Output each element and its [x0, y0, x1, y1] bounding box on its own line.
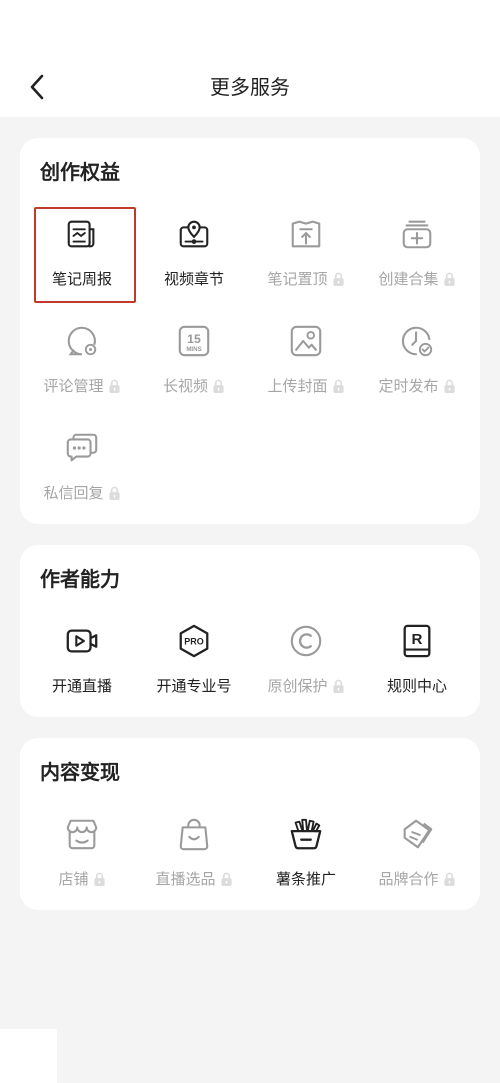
service-item-text: 原创保护	[267, 677, 328, 695]
service-item-text: 规则中心	[386, 677, 447, 695]
service-item-label: 原创保护	[250, 676, 362, 696]
item-grid: 开通直播 PRO 开通专业号 原创保护 R 规则中心	[20, 545, 480, 717]
copyright-icon	[287, 622, 325, 660]
lock-icon	[443, 872, 456, 887]
note-report-icon	[63, 215, 101, 253]
lock-icon	[108, 379, 121, 394]
svg-text:PRO: PRO	[184, 636, 204, 646]
scheduled-publish-icon	[398, 322, 436, 360]
message-reply-icon	[63, 429, 101, 467]
collection-add-icon	[398, 215, 436, 253]
service-item-live-camera[interactable]: 开通直播	[26, 612, 138, 712]
lock-icon	[332, 272, 345, 287]
service-item-text: 上传封面	[267, 377, 328, 395]
long-video-15mins-icon: 15 MINS	[175, 322, 213, 360]
item-grid: 笔记周报 视频章节 笔记置顶 创建合集评论管理 15 MINS 长视频 上传封面 定时发布私信回…	[20, 138, 480, 524]
service-item-label: 创建合集	[361, 269, 473, 289]
service-item-label: 开通专业号	[138, 676, 250, 696]
rules-book-icon: R	[398, 622, 436, 660]
service-item-long-video-15mins[interactable]: 15 MINS 长视频	[138, 312, 250, 412]
top-bar: 更多服务	[0, 0, 500, 117]
service-item-label: 定时发布	[361, 376, 473, 396]
service-item-text: 私信回复	[43, 484, 104, 502]
item-grid: 店铺 直播选品 薯条推广 品牌合作	[20, 738, 480, 910]
svg-text:R: R	[412, 631, 423, 648]
service-item-label: 薯条推广	[250, 869, 362, 889]
svg-text:MINS: MINS	[186, 346, 201, 353]
brand-cooperation-icon	[398, 815, 436, 853]
service-item-pin-top[interactable]: 笔记置顶	[250, 205, 362, 305]
fries-promo-icon	[287, 815, 325, 853]
service-item-label: 私信回复	[26, 483, 138, 503]
service-item-label: 直播选品	[138, 869, 250, 889]
service-item-note-report[interactable]: 笔记周报	[26, 205, 138, 305]
svg-text:15: 15	[187, 332, 201, 346]
chevron-left-icon	[30, 74, 44, 100]
video-chapter-icon	[175, 215, 213, 253]
service-item-label: 上传封面	[250, 376, 362, 396]
upload-cover-icon	[287, 322, 325, 360]
service-item-text: 长视频	[162, 377, 208, 395]
service-item-label: 评论管理	[26, 376, 138, 396]
service-item-pro-badge[interactable]: PRO 开通专业号	[138, 612, 250, 712]
service-item-message-reply[interactable]: 私信回复	[26, 419, 138, 519]
service-item-text: 品牌合作	[378, 870, 439, 888]
service-item-copyright[interactable]: 原创保护	[250, 612, 362, 712]
service-item-brand-cooperation[interactable]: 品牌合作	[361, 805, 473, 905]
service-item-label: 笔记置顶	[250, 269, 362, 289]
service-item-video-chapter[interactable]: 视频章节	[138, 205, 250, 305]
service-item-label: 长视频	[138, 376, 250, 396]
service-item-upload-cover[interactable]: 上传封面	[250, 312, 362, 412]
live-camera-icon	[63, 622, 101, 660]
service-item-text: 直播选品	[155, 870, 216, 888]
service-item-text: 店铺	[58, 870, 89, 888]
service-item-label: 店铺	[26, 869, 138, 889]
lock-icon	[443, 272, 456, 287]
service-item-text: 薯条推广	[275, 870, 336, 888]
shopping-bag-icon	[175, 815, 213, 853]
service-item-text: 笔记周报	[51, 270, 112, 288]
bottom-corner-panel	[0, 1029, 57, 1083]
service-item-text: 视频章节	[163, 270, 224, 288]
lock-icon	[212, 379, 225, 394]
service-item-rules-book[interactable]: R 规则中心	[361, 612, 473, 712]
service-item-collection-add[interactable]: 创建合集	[361, 205, 473, 305]
lock-icon	[332, 379, 345, 394]
service-item-text: 笔记置顶	[267, 270, 328, 288]
page-title: 更多服务	[210, 75, 290, 99]
section-creation-rights: 创作权益 笔记周报 视频章节 笔记置顶 创建合集 评论管理 15 MINS 长视频 上传封面 定时…	[20, 138, 480, 524]
service-item-text: 评论管理	[43, 377, 104, 395]
section-monetization: 内容变现 店铺 直播选品 薯条推广 品牌合作	[20, 738, 480, 910]
comment-manage-icon	[63, 322, 101, 360]
service-item-label: 品牌合作	[361, 869, 473, 889]
service-item-text: 开通直播	[51, 677, 112, 695]
shop-icon	[63, 815, 101, 853]
lock-icon	[220, 872, 233, 887]
service-item-comment-manage[interactable]: 评论管理	[26, 312, 138, 412]
lock-icon	[443, 379, 456, 394]
service-item-shop[interactable]: 店铺	[26, 805, 138, 905]
service-item-text: 定时发布	[378, 377, 439, 395]
service-item-fries-promo[interactable]: 薯条推广	[250, 805, 362, 905]
lock-icon	[332, 679, 345, 694]
service-item-scheduled-publish[interactable]: 定时发布	[361, 312, 473, 412]
service-item-text: 创建合集	[378, 270, 439, 288]
service-item-label: 视频章节	[138, 269, 250, 289]
service-item-label: 规则中心	[361, 676, 473, 696]
service-item-text: 开通专业号	[156, 677, 232, 695]
lock-icon	[93, 872, 106, 887]
back-button[interactable]	[22, 72, 52, 102]
service-item-label: 开通直播	[26, 676, 138, 696]
service-item-shopping-bag[interactable]: 直播选品	[138, 805, 250, 905]
service-item-label: 笔记周报	[26, 269, 138, 289]
pin-top-icon	[287, 215, 325, 253]
lock-icon	[108, 486, 121, 501]
pro-badge-icon: PRO	[175, 622, 213, 660]
section-author-abilities: 作者能力 开通直播 PRO 开通专业号 原创保护 R 规则中心	[20, 545, 480, 717]
